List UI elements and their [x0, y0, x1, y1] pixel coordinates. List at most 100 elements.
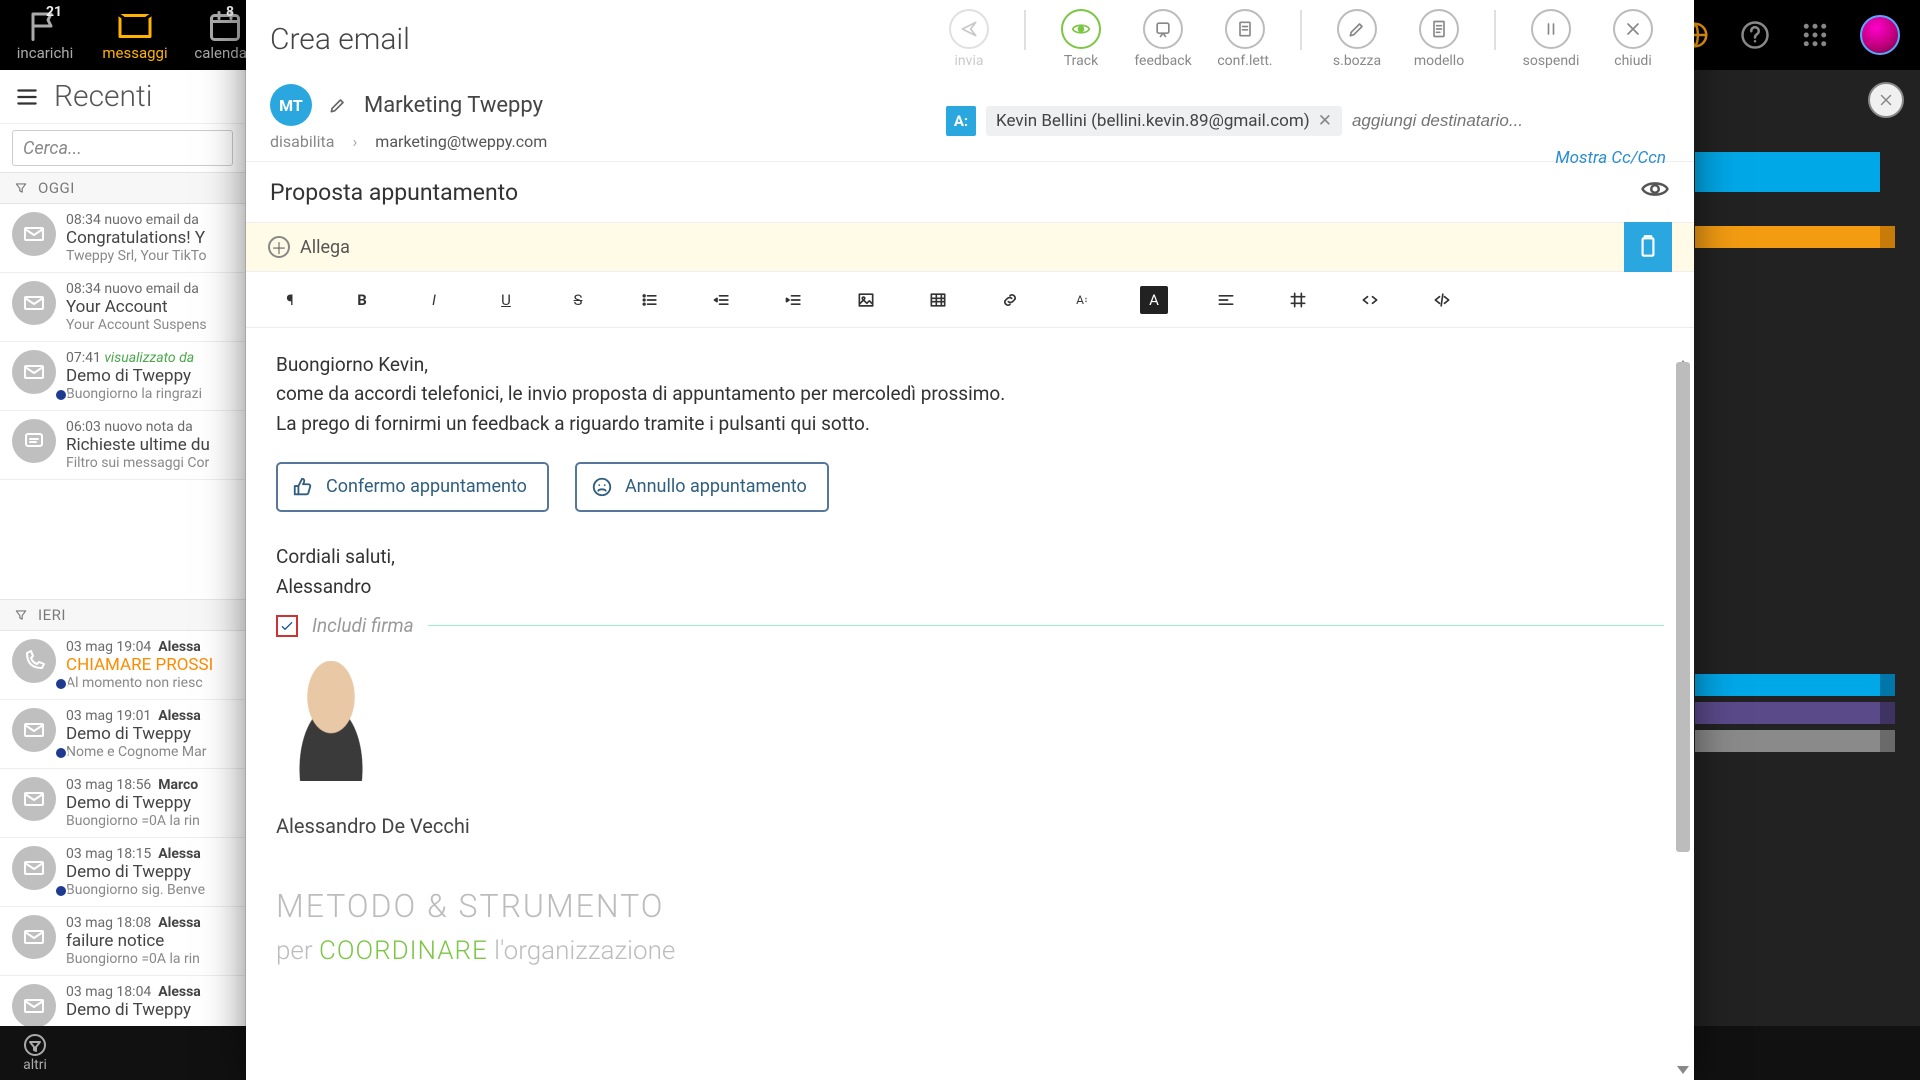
fmt-source[interactable] [1428, 286, 1456, 314]
pause-icon [1541, 19, 1561, 39]
message-item[interactable]: 03 mag 18:56 Marco Demo di Tweppy Buongi… [0, 769, 245, 838]
search-placeholder: Cerca... [23, 138, 82, 159]
fmt-align[interactable] [1212, 286, 1240, 314]
message-preview: Buongiorno la ringrazi [66, 386, 235, 402]
signature-tagline-1: METODO & STRUMENTO [276, 882, 1664, 932]
help-icon[interactable] [1740, 20, 1770, 50]
subject-input[interactable]: Proposta appuntamento [270, 179, 518, 206]
add-recipient-input[interactable] [1352, 111, 1668, 131]
fmt-image[interactable] [852, 286, 880, 314]
fmt-underline[interactable]: U [492, 286, 520, 314]
close-icon [1877, 91, 1895, 109]
body-line: Alessandro [276, 572, 1664, 601]
scroll-down-icon[interactable] [1677, 1066, 1689, 1074]
chat-icon [12, 419, 56, 463]
show-cc-link[interactable]: Mostra Cc/Ccn [1555, 148, 1666, 168]
message-subject: Congratulations! Y [66, 228, 235, 248]
grid-icon[interactable] [1800, 20, 1830, 50]
mail-icon [12, 281, 56, 325]
bg-block [1880, 226, 1895, 248]
message-item[interactable]: 03 mag 18:08 Alessa failure notice Buong… [0, 907, 245, 976]
message-item[interactable]: 08:34 nuovo email da Congratulations! Y … [0, 204, 245, 273]
confirm-appointment-button[interactable]: Confermo appuntamento [276, 462, 549, 512]
fmt-indent[interactable] [780, 286, 808, 314]
track-icon [1071, 19, 1091, 39]
mail-icon [12, 984, 56, 1026]
fmt-bullets[interactable] [636, 286, 664, 314]
fmt-bold[interactable]: B [348, 286, 376, 314]
message-item[interactable]: 08:34 nuovo email da Your Account Your A… [0, 273, 245, 342]
menu-icon[interactable] [14, 84, 40, 110]
panel-close-button[interactable] [1868, 82, 1904, 118]
divider [428, 625, 1664, 626]
message-item[interactable]: 06:03 nuovo nota da Richieste ultime du … [0, 411, 245, 480]
fmt-outdent[interactable] [708, 286, 736, 314]
cancel-appointment-button[interactable]: Annullo appuntamento [575, 462, 829, 512]
fmt-paragraph[interactable]: ¶ [276, 286, 304, 314]
bottom-altri[interactable]: altri [0, 1033, 70, 1073]
fmt-table[interactable] [924, 286, 952, 314]
section-today[interactable]: OGGI [0, 172, 245, 204]
attach-add-icon[interactable]: ＋ [268, 236, 290, 258]
fmt-color[interactable]: A [1140, 286, 1168, 314]
edit-icon[interactable] [328, 95, 348, 115]
action-conflett-label: conf.lett. [1217, 53, 1272, 69]
nav-messaggi[interactable]: messaggi [90, 0, 180, 70]
filter-circle-icon [23, 1033, 47, 1057]
action-feedback[interactable]: feedback [1122, 9, 1204, 69]
mail-icon [117, 8, 153, 44]
action-sbozza[interactable]: s.bozza [1316, 9, 1398, 69]
nav-incarichi-badge: 21 [46, 4, 62, 20]
from-disable[interactable]: disabilita [270, 132, 334, 151]
message-subject: Demo di Tweppy [66, 366, 235, 386]
template-icon [1429, 19, 1449, 39]
close-icon [1623, 19, 1643, 39]
fmt-code[interactable] [1356, 286, 1384, 314]
unread-dot [54, 388, 68, 402]
action-sospendi-label: sospendi [1523, 53, 1580, 69]
search-input[interactable]: Cerca... [12, 130, 233, 166]
message-item[interactable]: 07:41 visualizzato da Demo di Tweppy Buo… [0, 342, 245, 411]
include-signature-checkbox[interactable] [276, 615, 298, 637]
recipient-chip[interactable]: Kevin Bellini (bellini.kevin.89@gmail.co… [986, 106, 1342, 136]
message-item[interactable]: 03 mag 18:04 Alessa Demo di Tweppy [0, 976, 245, 1026]
mail-icon [12, 708, 56, 752]
email-body[interactable]: Buongiorno Kevin, come da accordi telefo… [246, 328, 1694, 1080]
action-track[interactable]: Track [1040, 9, 1122, 69]
user-avatar[interactable] [1860, 15, 1900, 55]
body-line: Cordiali saluti, [276, 542, 1664, 571]
message-meta: 08:34 nuovo email da [66, 281, 235, 297]
body-line: come da accordi telefonici, le invio pro… [276, 379, 1664, 408]
message-item[interactable]: 03 mag 18:15 Alessa Demo di Tweppy Buong… [0, 838, 245, 907]
bg-block [1695, 702, 1880, 724]
nav-incarichi[interactable]: 21 incarichi [0, 0, 90, 70]
message-preview: Buongiorno sig. Benve [66, 882, 235, 898]
action-invia-label: invia [955, 53, 984, 69]
section-yesterday[interactable]: IERI [0, 599, 245, 631]
fmt-grid[interactable] [1284, 286, 1312, 314]
section-yesterday-label: IERI [38, 606, 66, 624]
message-preview: Your Account Suspens [66, 317, 235, 333]
nav-calendario-badge: 8 [226, 4, 234, 20]
fmt-italic[interactable]: I [420, 286, 448, 314]
action-chiudi[interactable]: chiudi [1592, 9, 1674, 69]
action-modello[interactable]: modello [1398, 9, 1480, 69]
preview-icon[interactable] [1640, 174, 1670, 210]
clipboard-button[interactable] [1624, 222, 1672, 272]
message-preview: Tweppy Srl, Your TikTo [66, 248, 235, 264]
recent-title: Recenti [54, 79, 152, 114]
message-item[interactable]: 03 mag 19:01 Alessa Demo di Tweppy Nome … [0, 700, 245, 769]
scrollbar-thumb[interactable] [1676, 362, 1690, 852]
action-conflett[interactable]: conf.lett. [1204, 9, 1286, 69]
attach-label[interactable]: Allega [300, 237, 350, 258]
fmt-strike[interactable]: S [564, 286, 592, 314]
message-item[interactable]: 03 mag 19:04 Alessa CHIAMARE PROSSI Al m… [0, 631, 245, 700]
fmt-fontsize[interactable]: A↕ [1068, 286, 1096, 314]
chip-remove-icon[interactable]: ✕ [1318, 111, 1332, 131]
message-subject: Demo di Tweppy [66, 862, 235, 882]
action-sospendi[interactable]: sospendi [1510, 9, 1592, 69]
message-meta: 03 mag 18:15 Alessa [66, 846, 235, 862]
confirm-icon [1235, 19, 1255, 39]
action-invia[interactable]: invia [928, 9, 1010, 69]
fmt-link[interactable] [996, 286, 1024, 314]
